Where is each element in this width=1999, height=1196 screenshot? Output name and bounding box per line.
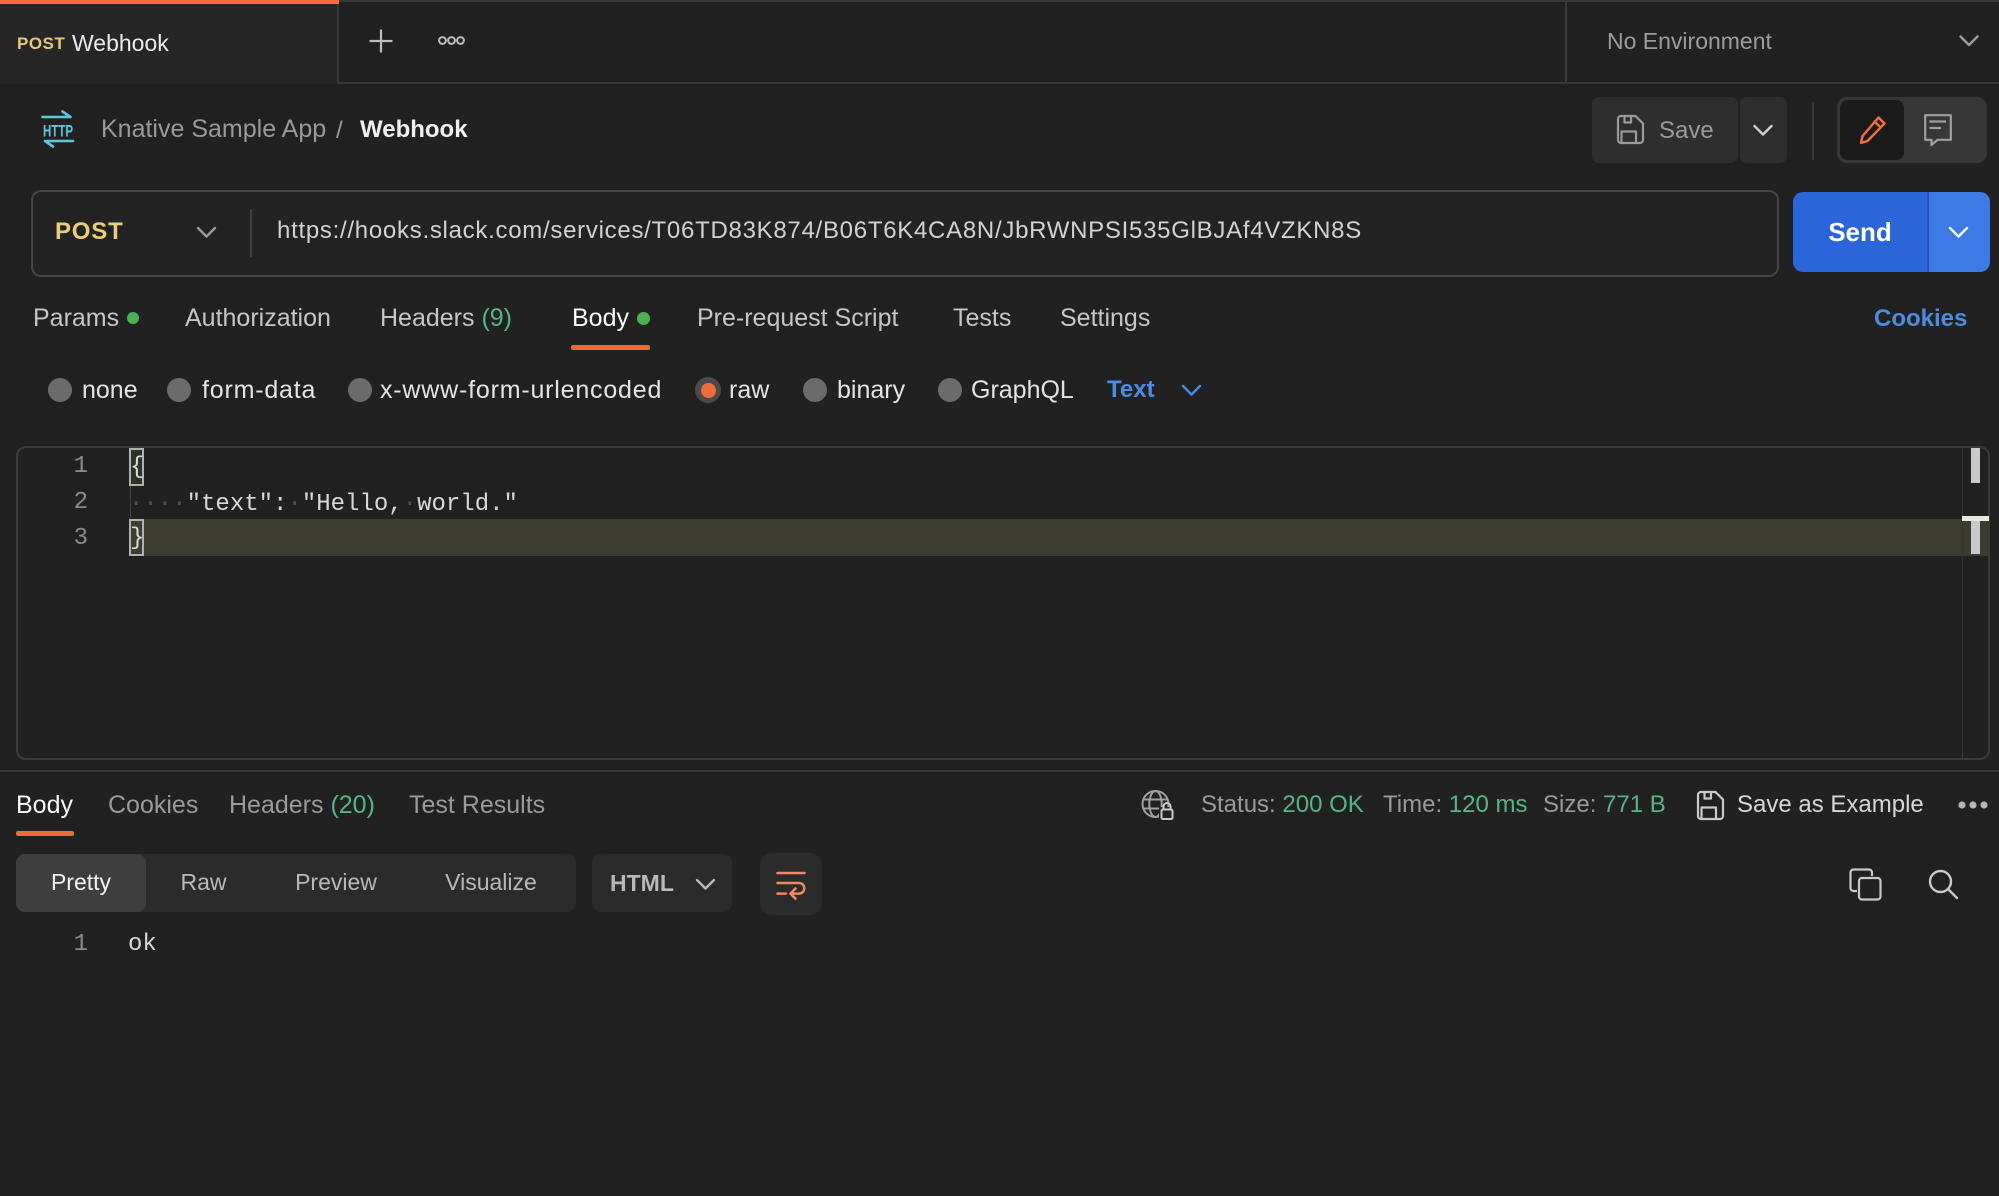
svg-text:HTTP: HTTP — [43, 122, 73, 141]
